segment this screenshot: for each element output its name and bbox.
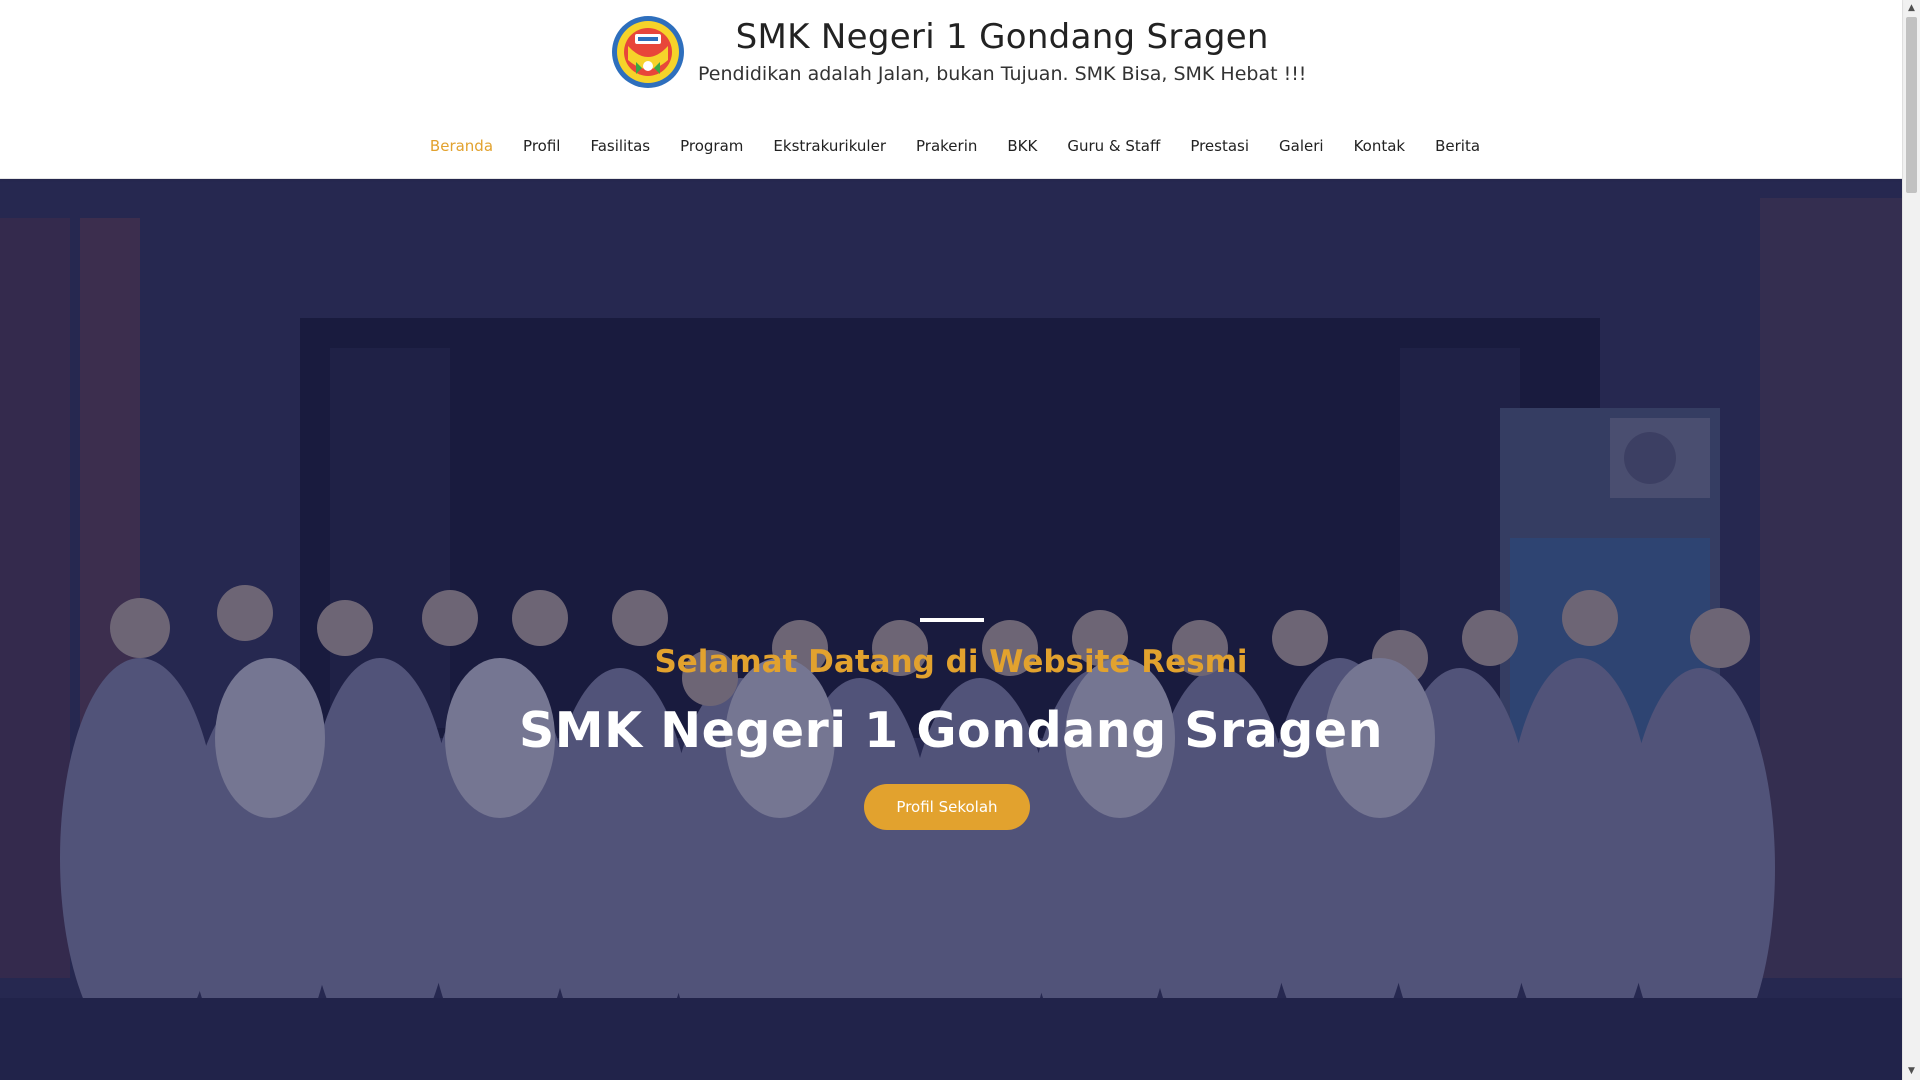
hero-divider [920, 618, 984, 622]
profil-sekolah-button[interactable]: Profil Sekolah [864, 784, 1030, 830]
page: SMK Negeri 1 Gondang Sragen Pendidikan a… [0, 0, 1920, 1080]
vertical-scrollbar[interactable]: ▲ ▼ [1902, 0, 1920, 1080]
site-title[interactable]: SMK Negeri 1 Gondang Sragen [698, 16, 1306, 58]
hero-overlay [0, 178, 1902, 1080]
site-header: SMK Negeri 1 Gondang Sragen Pendidikan a… [0, 0, 1902, 179]
nav-item-beranda[interactable]: Beranda [415, 134, 508, 158]
nav-item-galeri[interactable]: Galeri [1264, 134, 1339, 158]
nav-item-guru-staff[interactable]: Guru & Staff [1052, 134, 1175, 158]
nav-item-prakerin[interactable]: Prakerin [901, 134, 992, 158]
nav-item-prestasi[interactable]: Prestasi [1175, 134, 1264, 158]
nav-item-berita[interactable]: Berita [1420, 134, 1495, 158]
nav-item-bkk[interactable]: BKK [992, 134, 1052, 158]
scroll-down-icon[interactable]: ▼ [1903, 1063, 1920, 1080]
nav-item-kontak[interactable]: Kontak [1339, 134, 1421, 158]
site-tagline: Pendidikan adalah Jalan, bukan Tujuan. S… [698, 63, 1307, 85]
school-emblem-icon[interactable] [612, 16, 684, 88]
hero-kicker: Selamat Datang di Website Resmi [654, 644, 1248, 680]
nav-item-profil[interactable]: Profil [508, 134, 575, 158]
main-nav: Beranda Profil Fasilitas Program Ekstrak… [0, 134, 1902, 158]
scroll-thumb[interactable] [1906, 17, 1917, 193]
hero-section: Selamat Datang di Website Resmi SMK Nege… [0, 178, 1902, 1080]
nav-item-ekstrakurikuler[interactable]: Ekstrakurikuler [758, 134, 901, 158]
nav-item-program[interactable]: Program [665, 134, 758, 158]
brand[interactable]: SMK Negeri 1 Gondang Sragen Pendidikan a… [612, 16, 1306, 88]
hero-title: SMK Negeri 1 Gondang Sragen [519, 702, 1383, 759]
scroll-up-icon[interactable]: ▲ [1903, 0, 1920, 17]
nav-item-fasilitas[interactable]: Fasilitas [575, 134, 665, 158]
